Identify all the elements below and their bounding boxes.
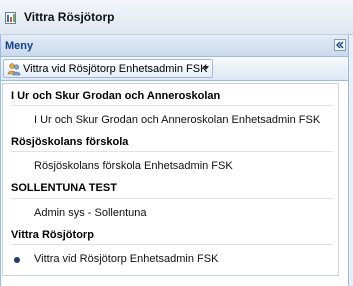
users-icon: [7, 63, 21, 76]
menu-separator: [11, 244, 333, 245]
panel-title: Meny: [5, 40, 34, 52]
unit-selector-label: Vittra vid Rösjötorp Enhetsadmin FSK: [23, 63, 208, 75]
unit-selector-button[interactable]: Vittra vid Rösjötorp Enhetsadmin FSK: [3, 59, 213, 78]
menu-group-header: SOLLENTUNA TEST: [11, 182, 117, 194]
selected-indicator-icon: [14, 257, 20, 263]
window-title: Vittra Rösjötorp: [24, 10, 115, 24]
menu-separator: [11, 151, 333, 152]
menu-item[interactable]: Rösjöskolans förskola Enhetsadmin FSK: [34, 160, 233, 172]
menu-separator: [11, 105, 333, 106]
double-chevron-left-icon: [336, 41, 344, 49]
panel-header: Meny: [1, 35, 348, 57]
menu-group-header: Rösjöskolans förskola: [11, 136, 129, 148]
app-icon: [5, 12, 16, 24]
unit-dropdown-menu: I Ur och Skur Grodan och Anneroskolan I …: [2, 83, 339, 276]
menu-separator: [11, 198, 333, 199]
menu-item-selected[interactable]: Vittra vid Rösjötorp Enhetsadmin FSK: [34, 253, 218, 265]
panel-toolbar: Vittra vid Rösjötorp Enhetsadmin FSK: [1, 57, 348, 81]
menu-item[interactable]: Admin sys - Sollentuna: [34, 207, 147, 219]
menu-group-header: Vittra Rösjötorp: [11, 229, 94, 241]
window-titlebar: Vittra Rösjötorp: [0, 0, 353, 35]
menu-item[interactable]: I Ur och Skur Grodan och Anneroskolan En…: [34, 114, 320, 126]
menu-group-header: I Ur och Skur Grodan och Anneroskolan: [11, 90, 221, 102]
chevron-down-icon: [203, 66, 209, 70]
collapse-button[interactable]: [334, 39, 346, 51]
